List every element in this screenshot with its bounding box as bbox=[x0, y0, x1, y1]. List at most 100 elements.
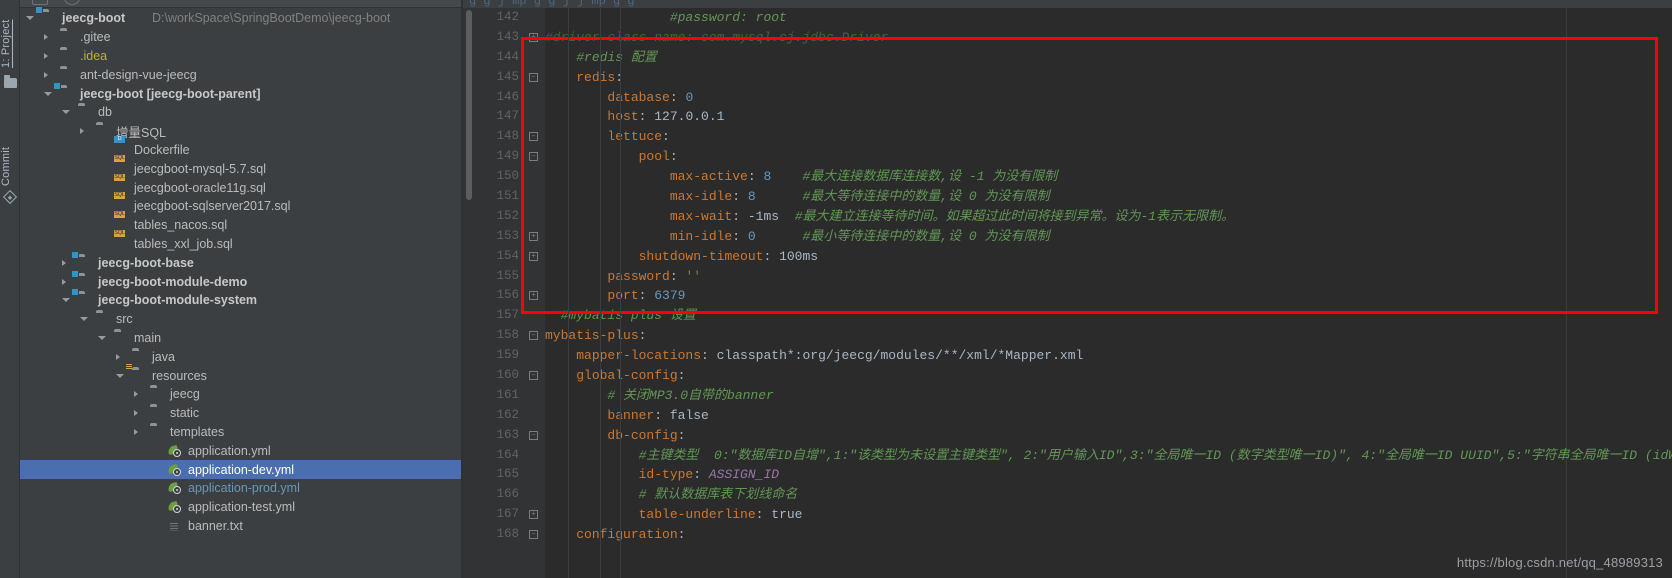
code-line[interactable]: 154 + shutdown-timeout: 100ms bbox=[463, 247, 1672, 267]
editor-tab-strip[interactable]: g g j mp g g j j mp g g bbox=[463, 0, 1672, 8]
editor-code-area[interactable]: 142 #password: root 143 + #driver-class-nam… bbox=[463, 8, 1672, 545]
code-line[interactable]: 145– redis: bbox=[463, 68, 1672, 88]
chevron-down-icon[interactable] bbox=[44, 91, 52, 96]
chevron-right-icon[interactable] bbox=[134, 410, 138, 417]
chevron-down-icon[interactable] bbox=[116, 373, 124, 378]
code-line[interactable]: 142 #password: root bbox=[463, 8, 1672, 28]
code-line[interactable]: 148– lettuce: bbox=[463, 127, 1672, 147]
code-line[interactable]: 168– configuration: bbox=[463, 525, 1672, 545]
source-folder-icon bbox=[132, 350, 147, 364]
code-line[interactable]: 152 max-wait: -1ms #最大建立连接等待时间。如果超过此时间将接… bbox=[463, 207, 1672, 227]
code-line[interactable]: 167 + table-underline: true bbox=[463, 505, 1672, 525]
fold-toggle-icon[interactable]: – bbox=[529, 371, 538, 381]
code-line[interactable]: 164 #主键类型 0:"数据库ID自增",1:"该类型为未设置主键类型", 2… bbox=[463, 446, 1672, 466]
tree-item[interactable]: SQL jeecgboot-sqlserver2017.sql bbox=[20, 192, 461, 216]
code-line[interactable]: 166 # 默认数据库表下划线命名 bbox=[463, 485, 1672, 505]
code-line[interactable]: 162 banner: false bbox=[463, 406, 1672, 426]
folder-icon bbox=[150, 387, 165, 401]
chevron-right-icon[interactable] bbox=[44, 71, 48, 78]
code-line[interactable]: 144 #redis 配置 bbox=[463, 48, 1672, 68]
code-line[interactable]: 158– mybatis-plus: bbox=[463, 326, 1672, 346]
fold-toggle-icon[interactable]: – bbox=[529, 331, 538, 341]
tree-item-label: db bbox=[98, 105, 112, 120]
tree-item[interactable]: application-prod.yml bbox=[20, 479, 461, 498]
chevron-right-icon[interactable] bbox=[62, 259, 66, 266]
tree-item[interactable]: jeecg-boot-base bbox=[20, 253, 461, 272]
tool-window-button-project[interactable]: 1: Project bbox=[0, 2, 20, 68]
tree-item[interactable]: jeecg-boot-module-system bbox=[20, 291, 461, 310]
chevron-right-icon[interactable] bbox=[62, 278, 66, 285]
chevron-down-icon[interactable] bbox=[80, 317, 88, 322]
chevron-right-icon[interactable] bbox=[116, 353, 120, 360]
tree-item[interactable]: src bbox=[20, 310, 461, 329]
tree-item[interactable]: application.yml bbox=[20, 441, 461, 460]
code-line[interactable]: 165 id-type: ASSIGN_ID bbox=[463, 465, 1672, 485]
tree-item[interactable]: .idea bbox=[20, 47, 461, 66]
code-line[interactable]: 150 max-active: 8 #最大连接数据库连接数,设 -1 为没有限制 bbox=[463, 167, 1672, 187]
tree-item[interactable]: static bbox=[20, 404, 461, 423]
code-line[interactable]: 156 + port: 6379 bbox=[463, 286, 1672, 306]
code-line[interactable]: 155 password: '' bbox=[463, 267, 1672, 287]
chevron-right-icon[interactable] bbox=[134, 428, 138, 435]
fold-toggle-icon[interactable]: – bbox=[529, 132, 538, 142]
tree-item[interactable]: SQL tables_nacos.sql bbox=[20, 211, 461, 235]
tree-item[interactable]: banner.txt bbox=[20, 517, 461, 536]
chevron-down-icon[interactable] bbox=[98, 335, 106, 340]
tree-item[interactable]: jeecg-boot [jeecg-boot-parent] bbox=[20, 84, 461, 103]
tree-item[interactable]: resources bbox=[20, 366, 461, 385]
code-line[interactable]: 151 max-idle: 8 #最大等待连接中的数量,设 0 为没有限制 bbox=[463, 187, 1672, 207]
chevron-down-icon[interactable] bbox=[62, 298, 70, 303]
tree-item[interactable]: SQL tables_xxl_job.sql bbox=[20, 229, 461, 254]
code-line[interactable]: 143 + #driver-class-name: com.mysql.cj.jdb… bbox=[463, 28, 1672, 48]
collapse-all-icon[interactable] bbox=[32, 0, 48, 5]
fold-toggle-icon[interactable]: + bbox=[529, 251, 538, 261]
code-line[interactable]: 157 #mybatis plus 设置 bbox=[463, 306, 1672, 326]
tool-window-button-commit[interactable]: Commit bbox=[0, 112, 20, 186]
tree-item[interactable]: 增量SQL bbox=[20, 122, 461, 141]
code-line[interactable]: 146 database: 0 bbox=[463, 88, 1672, 108]
chevron-right-icon[interactable] bbox=[44, 34, 48, 41]
tree-item[interactable]: main bbox=[20, 329, 461, 348]
chevron-right-icon[interactable] bbox=[80, 128, 84, 135]
tree-item[interactable]: db bbox=[20, 103, 461, 122]
fold-toggle-icon[interactable]: – bbox=[529, 530, 538, 540]
fold-toggle-icon[interactable]: + bbox=[529, 291, 538, 301]
tree-item[interactable]: jeecg bbox=[20, 385, 461, 404]
tree-item[interactable]: ant-design-vue-jeecg bbox=[20, 65, 461, 84]
fold-toggle-icon[interactable]: – bbox=[529, 72, 538, 82]
fold-toggle-icon[interactable]: – bbox=[529, 430, 538, 440]
project-tree[interactable]: jeecg-boot D:\workSpace\SpringBootDemo\je… bbox=[20, 9, 461, 535]
chevron-right-icon[interactable] bbox=[44, 52, 48, 59]
code-line[interactable]: 147 host: 127.0.0.1 bbox=[463, 107, 1672, 127]
code-line[interactable]: 153 + min-idle: 0 #最小等待连接中的数量,设 0 为没有限制 bbox=[463, 227, 1672, 247]
code-editor[interactable]: g g j mp g g j j mp g g 142 #password: r… bbox=[463, 0, 1672, 578]
tree-item[interactable]: jeecg-boot-module-demo bbox=[20, 272, 461, 291]
tree-item[interactable]: application-dev.yml bbox=[20, 460, 461, 479]
code-line[interactable]: 149– pool: bbox=[463, 147, 1672, 167]
tree-item[interactable]: java bbox=[20, 347, 461, 366]
tree-item[interactable]: application-test.yml bbox=[20, 498, 461, 517]
fold-toggle-icon[interactable]: + bbox=[529, 231, 538, 241]
tree-item[interactable]: jeecg-boot D:\workSpace\SpringBootDemo\je… bbox=[20, 9, 461, 28]
chevron-down-icon[interactable] bbox=[26, 16, 34, 21]
chevron-right-icon[interactable] bbox=[134, 391, 138, 398]
tree-item[interactable]: SQL jeecgboot-mysql-5.7.sql bbox=[20, 154, 461, 178]
fold-toggle-icon[interactable]: + bbox=[529, 32, 538, 42]
tree-item-label: jeecg-boot bbox=[62, 11, 126, 26]
code-line[interactable]: 160– global-config: bbox=[463, 366, 1672, 386]
chevron-down-icon[interactable] bbox=[62, 110, 70, 115]
tree-item[interactable]: D Dockerfile bbox=[20, 135, 461, 160]
code-line[interactable]: 163– db-config: bbox=[463, 426, 1672, 446]
fold-toggle-icon[interactable]: – bbox=[529, 152, 538, 162]
tree-item[interactable]: templates bbox=[20, 423, 461, 442]
code-token: id-type bbox=[638, 467, 694, 483]
fold-toggle-icon[interactable]: + bbox=[529, 510, 538, 520]
code-line[interactable]: 161 # 关闭MP3.0自带的banner bbox=[463, 386, 1672, 406]
tree-item[interactable]: .gitee bbox=[20, 28, 461, 47]
tree-item[interactable]: SQL jeecgboot-oracle11g.sql bbox=[20, 173, 461, 197]
code-line[interactable]: 159 mapper-locations: classpath*:org/jee… bbox=[463, 346, 1672, 366]
code-token: : bbox=[669, 268, 686, 284]
tree-item-label: .gitee bbox=[80, 30, 111, 45]
settings-icon[interactable] bbox=[64, 0, 80, 5]
